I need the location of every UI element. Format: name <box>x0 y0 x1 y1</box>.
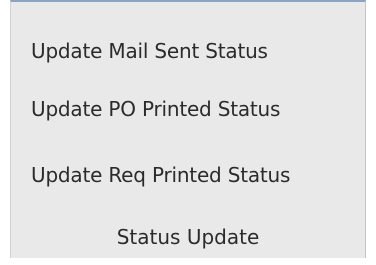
ribbon-group-area: Update Mail Sent Status Update PO Printe… <box>0 0 376 265</box>
update-po-printed-status-button[interactable]: Update PO Printed Status <box>31 89 280 129</box>
group-label: Status Update <box>116 225 260 249</box>
update-mail-sent-status-button[interactable]: Update Mail Sent Status <box>31 31 268 71</box>
status-update-group: Update Mail Sent Status Update PO Printe… <box>10 0 366 258</box>
update-req-printed-status-button[interactable]: Update Req Printed Status <box>31 155 290 195</box>
